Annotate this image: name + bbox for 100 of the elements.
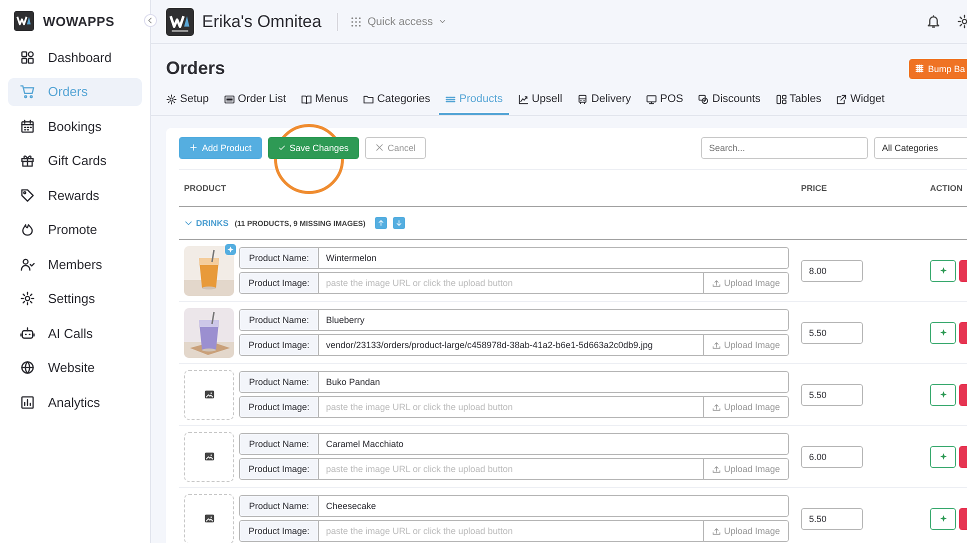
upload-icon — [712, 278, 721, 288]
tag-icon — [20, 188, 35, 203]
sparkle-button[interactable] — [930, 322, 956, 344]
nav-item[interactable]: Dashboard — [8, 43, 142, 72]
field-label: Product Name: — [240, 248, 319, 268]
monitor-icon — [646, 94, 658, 104]
tab[interactable]: Tables — [770, 88, 828, 115]
collapse-button[interactable] — [144, 14, 157, 27]
field-value: Buko Pandan — [325, 376, 382, 389]
product-image-field[interactable]: Product Image: paste the image URL or click the upload button Upload Image — [239, 520, 789, 542]
globe-icon — [20, 360, 35, 376]
price-field[interactable]: 6.00 — [801, 446, 863, 468]
sparkle-button[interactable] — [930, 384, 956, 406]
field-value: Cheesecake — [325, 500, 378, 513]
tab[interactable]: Categories — [357, 88, 436, 115]
calendar-icon — [20, 118, 35, 134]
sparkle-icon — [938, 328, 948, 337]
tables-icon — [776, 94, 787, 104]
upload-icon — [712, 402, 721, 412]
nav-item[interactable]: Analytics — [8, 388, 142, 416]
people-icon — [20, 256, 35, 272]
product-name-field[interactable]: Product Name: Cheesecake — [239, 495, 789, 517]
column-header: PRODUCT — [184, 183, 228, 193]
image-icon — [204, 513, 214, 524]
price-field[interactable]: 8.00 — [801, 260, 863, 282]
product-image-field[interactable]: Product Image: paste the image URL or click the upload button Upload Image — [239, 458, 789, 480]
image-placeholder[interactable] — [184, 370, 234, 420]
nav-item[interactable]: AI Calls — [8, 319, 142, 348]
nav-item[interactable]: Website — [8, 354, 142, 382]
field-label: Product Image: — [240, 521, 319, 541]
site-title: Erika's Omnitea — [202, 12, 322, 32]
save-changes-button[interactable]: Save Changes — [268, 136, 359, 158]
nav-item[interactable]: Members — [8, 250, 142, 278]
plus-icon — [189, 143, 198, 152]
category-dropdown[interactable]: All Categories — [874, 136, 967, 158]
list-icon — [224, 94, 235, 104]
chart-icon — [20, 394, 35, 410]
price-field[interactable]: 5.50 — [801, 508, 863, 530]
field-placeholder: paste the image URL or click the upload button — [325, 277, 514, 290]
nav-item[interactable]: Rewards — [8, 181, 142, 210]
field-placeholder: paste the image URL or click the upload button — [325, 401, 514, 414]
field-label: Product Name: — [240, 434, 319, 454]
sparkle-button[interactable] — [930, 508, 956, 530]
nav-item[interactable]: Bookings — [8, 112, 142, 140]
move-up-button[interactable] — [375, 217, 388, 229]
tab[interactable]: Discounts — [692, 88, 767, 115]
field-label: Product Name: — [240, 372, 319, 392]
brand-name: WOWAPPS — [43, 14, 114, 28]
bell-icon — [926, 14, 941, 29]
move-down-button[interactable] — [393, 217, 406, 229]
chevron-down-icon — [184, 218, 193, 228]
sparkle-button[interactable] — [930, 446, 956, 468]
tab[interactable]: Widget — [830, 88, 891, 115]
sparkle-badge — [225, 244, 236, 254]
nav-item[interactable]: Settings — [8, 284, 142, 313]
product-name-field[interactable]: Product Name: Wintermelon — [239, 247, 789, 269]
discount-icon — [698, 94, 710, 104]
tab[interactable]: Menus — [295, 88, 354, 115]
tab[interactable]: POS — [640, 88, 690, 115]
external-link-icon — [836, 94, 848, 104]
field-value: Caramel Macchiato — [325, 438, 405, 451]
product-image-field[interactable]: Product Image: paste the image URL or click the upload button Upload Image — [239, 272, 789, 294]
search-field[interactable]: Search... — [701, 136, 868, 158]
product-image-field[interactable]: Product Image: vendor/23133/orders/product-large/c458978d-38ab-41a2-b6e1-5d663a2c0db9.jpg Upload Image — [239, 334, 789, 356]
product-name-field[interactable]: Product Name: Blueberry — [239, 309, 789, 331]
gift-icon — [20, 153, 35, 168]
image-placeholder[interactable] — [184, 432, 234, 482]
upload-icon — [712, 464, 721, 474]
field-label: Product Image: — [240, 335, 319, 355]
sparkle-icon — [938, 514, 948, 523]
field-label: Product Image: — [240, 459, 319, 479]
arrow-down-icon — [395, 219, 404, 227]
tab[interactable]: Delivery — [571, 88, 638, 115]
tab[interactable]: Upsell — [512, 88, 568, 115]
field-label: Product Image: — [240, 397, 319, 417]
tab[interactable]: Setup — [166, 88, 215, 115]
field-placeholder: paste the image URL or click the upload button — [325, 525, 514, 538]
field-value: Blueberry — [325, 314, 366, 327]
product-name-field[interactable]: Product Name: Caramel Macchiato — [239, 433, 789, 455]
close-icon — [374, 143, 384, 152]
flame-icon — [20, 222, 35, 238]
trend-icon — [518, 94, 529, 104]
column-header: ACTION — [929, 183, 964, 193]
image-placeholder[interactable] — [184, 494, 234, 543]
column-header: PRICE — [801, 183, 828, 193]
sparkle-button[interactable] — [930, 260, 956, 282]
tab[interactable]: Order List — [218, 88, 292, 115]
nav-item[interactable]: Gift Cards — [8, 146, 142, 175]
sparkle-icon — [938, 390, 948, 399]
bus-icon — [577, 94, 588, 104]
price-field[interactable]: 5.50 — [801, 384, 863, 406]
product-name-field[interactable]: Product Name: Buko Pandan — [239, 371, 789, 393]
chevron-left-icon — [147, 17, 154, 24]
price-field[interactable]: 5.50 — [801, 322, 863, 344]
image-icon — [204, 389, 214, 400]
product-image-field[interactable]: Product Image: paste the image URL or click the upload button Upload Image — [239, 396, 789, 418]
nav-item[interactable]: Promote — [8, 216, 142, 244]
logo-icon — [166, 8, 194, 36]
field-label: Product Image: — [240, 273, 319, 293]
cart-icon — [20, 84, 35, 100]
